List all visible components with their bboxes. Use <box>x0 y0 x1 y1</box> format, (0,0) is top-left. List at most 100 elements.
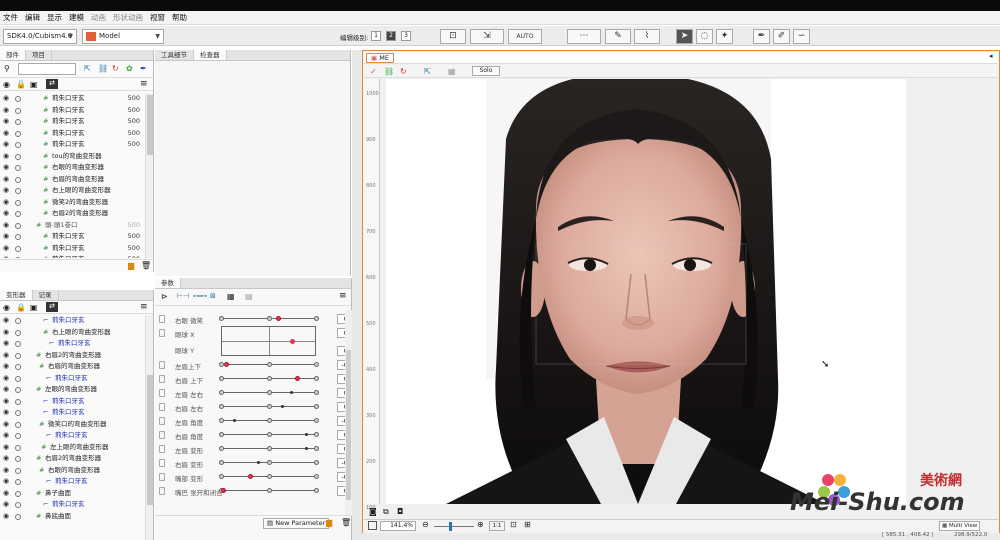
trash-icon[interactable]: 🗑 <box>141 261 151 270</box>
brush-tool-button[interactable]: ⌇ <box>634 29 660 44</box>
parameter-row[interactable]: 左眉 变形0.8 <box>155 442 352 456</box>
menu-window[interactable]: 视窗 <box>150 11 165 25</box>
menu-view[interactable]: 显示 <box>47 11 62 25</box>
keyform-marker[interactable] <box>314 474 319 479</box>
parameter-scroll-thumb[interactable] <box>346 350 351 500</box>
eye-icon[interactable]: ◉ <box>3 386 11 393</box>
deformer-row[interactable]: ◉ ⌐ 莉朱口牙玄 <box>0 430 144 442</box>
eye-icon[interactable]: ◉ <box>3 233 11 240</box>
edit-level-1[interactable]: 1 <box>371 31 381 41</box>
reset-zoom-button[interactable]: 1:1 <box>489 521 505 531</box>
chevron-right-icon[interactable]: ◂ <box>989 52 993 60</box>
eye-icon[interactable]: ◉ <box>3 489 11 497</box>
menu-file[interactable]: 文件 <box>3 11 18 25</box>
tab-parts[interactable]: 部件 <box>0 50 26 60</box>
parameter-row[interactable]: 左眉 左右0.5 <box>155 386 352 400</box>
parameter-slider[interactable] <box>219 390 319 395</box>
lock-toggle[interactable] <box>15 119 21 125</box>
table-icon[interactable]: ▦ <box>227 292 235 301</box>
clip-icon[interactable]: ↻ <box>400 67 407 76</box>
keyform-marker[interactable] <box>266 460 272 465</box>
eye-icon[interactable]: ◉ <box>3 164 11 171</box>
lock-toggle[interactable] <box>15 211 21 217</box>
eye-icon[interactable]: ◉ <box>3 187 11 194</box>
part-row[interactable]: ◉#莉朱口牙玄500 <box>0 93 144 105</box>
parameter-thumb[interactable] <box>233 419 237 422</box>
lock-toggle[interactable] <box>15 456 21 462</box>
parameter-row[interactable]: 左眉 角度-0.7 <box>155 414 352 428</box>
parameter-lock-icon[interactable] <box>159 445 165 453</box>
zoom-in-icon[interactable]: ⊕ <box>477 520 484 529</box>
menu-icon[interactable]: ≡ <box>140 79 148 89</box>
tab-items[interactable]: 项目 <box>26 50 52 60</box>
deformer-row[interactable]: ◉ ⌐ 莉朱口牙玄 <box>0 476 144 488</box>
keyform-marker[interactable] <box>219 376 224 381</box>
parts-scroll-thumb[interactable] <box>147 95 153 155</box>
swap-icon[interactable]: ⇄ <box>46 79 58 89</box>
lock-icon[interactable]: 🔒 <box>16 303 26 312</box>
parameter-lock-icon[interactable] <box>159 329 165 337</box>
keyform-marker[interactable] <box>314 390 319 395</box>
list-icon[interactable]: ▤ <box>245 292 253 301</box>
deformer-row[interactable]: ◉ # 微笑口的弯曲变形器 <box>0 419 144 431</box>
parameter-scrollbar[interactable] <box>345 310 352 515</box>
lock-alt-icon[interactable]: ▣ <box>30 80 38 89</box>
eye-icon[interactable]: ◉ <box>3 80 10 89</box>
menu-modeling[interactable]: 建模 <box>69 11 84 25</box>
eye-icon[interactable]: ◉ <box>3 221 11 229</box>
draw-tool-button[interactable]: ✒ <box>753 29 770 44</box>
parameter-thumb[interactable] <box>280 405 284 408</box>
parameter-row[interactable]: 嘴部 变形-0.4 <box>155 470 352 484</box>
part-row[interactable]: ◉#莉朱口牙玄500 <box>0 139 144 151</box>
parameter-row[interactable]: 右眼 微笑0.6 <box>155 312 352 326</box>
parameter-thumb[interactable] <box>276 316 281 321</box>
part-row[interactable]: ◉#莉朱口牙玄500 <box>0 116 144 128</box>
frame-icon[interactable] <box>368 521 377 530</box>
swap-icon[interactable]: ⇄ <box>46 302 58 312</box>
lock-toggle[interactable] <box>15 364 21 370</box>
lock-toggle[interactable] <box>15 410 21 416</box>
keyform-marker[interactable] <box>314 432 319 437</box>
multi-view-button[interactable]: ▦ Multi View <box>939 521 981 531</box>
parameter-lock-icon[interactable] <box>159 473 165 481</box>
eye-icon[interactable]: ◉ <box>3 244 11 252</box>
parameter-thumb[interactable] <box>223 362 229 367</box>
keyform-marker[interactable] <box>266 404 272 409</box>
keyform-marker[interactable] <box>219 404 224 409</box>
tab-deformers[interactable]: 变形器 <box>0 290 33 300</box>
eye-icon[interactable]: ◉ <box>3 432 11 439</box>
record-icon[interactable]: ◘ <box>397 507 403 516</box>
lock-toggle[interactable] <box>15 130 21 137</box>
eye-icon[interactable]: ◉ <box>3 466 11 474</box>
eye-icon[interactable]: ◉ <box>3 256 11 259</box>
deformer-row[interactable]: ◉ ⌐ 莉朱口牙玄 <box>0 373 144 385</box>
part-row[interactable]: ◉#莉朱口牙玄500 <box>0 243 144 255</box>
deformer-row[interactable]: ◉ # 鼻子曲面 <box>0 488 144 500</box>
parameter-thumb[interactable] <box>295 376 300 381</box>
remove-key-icon[interactable]: ⊠ <box>210 292 216 300</box>
eye-icon[interactable]: ◉ <box>3 152 11 160</box>
deformer-row[interactable]: ◉ # 右眼的弯曲变形器 <box>0 465 144 477</box>
lock-toggle[interactable] <box>15 352 21 359</box>
auto-mesh-button[interactable]: AUTO <box>508 29 542 44</box>
lock-toggle[interactable] <box>15 341 21 347</box>
eye-icon[interactable]: ◉ <box>3 397 11 405</box>
eye-icon[interactable]: ◉ <box>3 328 11 336</box>
keyform-marker[interactable] <box>219 316 224 321</box>
curve-tool-button[interactable]: ∽ <box>793 29 810 44</box>
eye-icon[interactable]: ◉ <box>3 317 11 324</box>
parameter-slider[interactable] <box>219 474 319 479</box>
parameter-slider[interactable] <box>219 460 319 465</box>
glue-button[interactable]: ⇲ <box>470 29 504 44</box>
zoom-out-icon[interactable]: ⊖ <box>422 520 429 529</box>
menu-animation[interactable]: 动画 <box>91 11 106 25</box>
parameter-slider[interactable] <box>219 404 319 409</box>
tab-inspector[interactable]: 检查器 <box>194 50 227 60</box>
keyform-marker[interactable] <box>314 418 319 423</box>
parameter-row[interactable]: 右眉 左右0.3 <box>155 400 352 414</box>
lock-toggle[interactable] <box>15 245 21 252</box>
part-row[interactable]: ◉ # 微笑2的弯曲变形器 <box>0 197 144 209</box>
parameter-slider[interactable] <box>219 418 319 423</box>
lock-toggle[interactable] <box>15 176 21 183</box>
parameter-lock-icon[interactable] <box>159 315 165 323</box>
